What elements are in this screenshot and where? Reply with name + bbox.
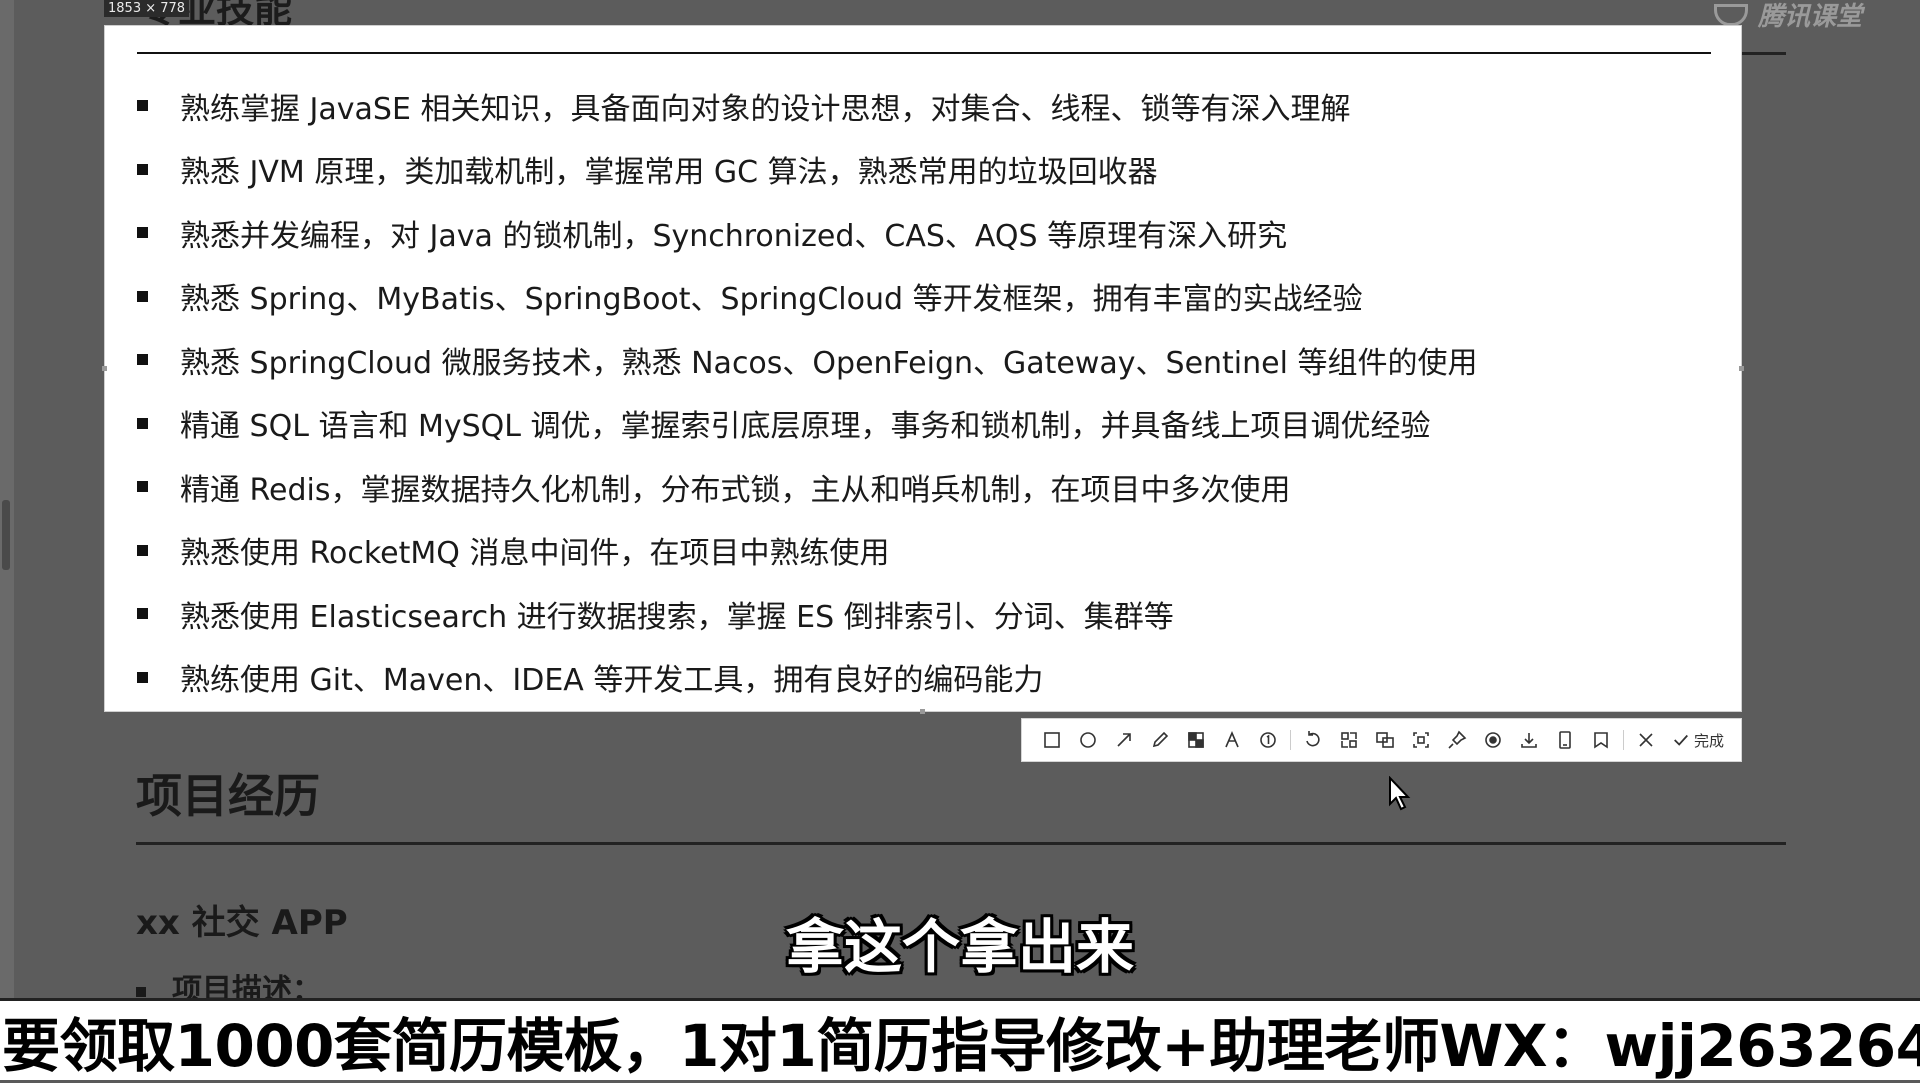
- skill-item: 熟悉使用 Elasticsearch 进行数据搜索，掌握 ES 倒排索引、分词、…: [137, 582, 1697, 646]
- done-button[interactable]: 完成: [1664, 730, 1732, 751]
- skill-text: 熟练使用 Git、Maven、IDEA 等开发工具，拥有良好的编码能力: [180, 663, 1044, 699]
- translate-icon[interactable]: [1367, 722, 1403, 758]
- bullet: [137, 290, 148, 302]
- resize-handle[interactable]: [920, 709, 925, 714]
- resize-handle[interactable]: [1739, 366, 1744, 371]
- section-divider: [137, 52, 1711, 54]
- mouse-cursor-icon: [1389, 776, 1411, 811]
- skill-item: 熟练使用 Git、Maven、IDEA 等开发工具，拥有良好的编码能力: [137, 646, 1697, 710]
- bullet: [137, 163, 148, 175]
- skill-item: 熟练掌握 JavaSE 相关知识，具备面向对象的设计思想，对集合、线程、锁等有深…: [137, 74, 1697, 138]
- close-icon[interactable]: [1628, 722, 1664, 758]
- skill-text: 熟练掌握 JavaSE 相关知识，具备面向对象的设计思想，对集合、线程、锁等有深…: [180, 91, 1351, 127]
- number-icon[interactable]: [1250, 722, 1286, 758]
- selection-size-label: 1853 × 778: [104, 0, 190, 17]
- watermark-logo-icon: [1713, 3, 1748, 26]
- bullet: [137, 481, 148, 493]
- watermark-text: 腾讯课堂: [1757, 2, 1862, 32]
- text-icon[interactable]: [1214, 722, 1250, 758]
- skill-text: 精通 Redis，掌握数据持久化机制，分布式锁，主从和哨兵机制，在项目中多次使用: [180, 472, 1291, 508]
- skill-text: 熟悉 SpringCloud 微服务技术，熟悉 Nacos、OpenFeign、…: [180, 345, 1478, 381]
- bookmark-icon[interactable]: [1583, 722, 1619, 758]
- video-subtitle: 拿这个拿出来: [785, 913, 1134, 981]
- bullet: [137, 417, 148, 429]
- skill-text: 熟悉使用 RocketMQ 消息中间件，在项目中熟练使用: [180, 536, 890, 572]
- bullet: [137, 608, 148, 620]
- skill-item: 精通 SQL 语言和 MySQL 调优，掌握索引底层原理，事务和锁机制，并具备线…: [137, 392, 1697, 456]
- promo-banner: 需要领取1000套简历模板，1对1简历指导修改+助理老师WX：wjj263264…: [0, 998, 1920, 1080]
- skill-text: 熟悉 JVM 原理，类加载机制，掌握常用 GC 算法，熟悉常用的垃圾回收器: [180, 155, 1158, 191]
- pin-icon[interactable]: [1439, 722, 1475, 758]
- save-icon[interactable]: [1547, 722, 1583, 758]
- undo-icon[interactable]: [1295, 722, 1331, 758]
- check-icon: [1674, 734, 1688, 746]
- done-label: 完成: [1694, 731, 1725, 750]
- skills-list: 熟练掌握 JavaSE 相关知识，具备面向对象的设计思想，对集合、线程、锁等有深…: [137, 74, 1697, 709]
- skill-item: 熟悉 JVM 原理，类加载机制，掌握常用 GC 算法，熟悉常用的垃圾回收器: [137, 138, 1697, 202]
- screenshot-selection-area[interactable]: 熟练掌握 JavaSE 相关知识，具备面向对象的设计思想，对集合、线程、锁等有深…: [102, 25, 1744, 714]
- bullet: [137, 544, 148, 556]
- bullet: [136, 986, 146, 997]
- toolbar-separator: [1623, 730, 1624, 750]
- bullet: [137, 100, 148, 112]
- download-icon[interactable]: [1511, 722, 1547, 758]
- bullet: [137, 354, 148, 366]
- skill-text: 熟悉并发编程，对 Java 的锁机制，Synchronized、CAS、AQS …: [180, 218, 1288, 254]
- project-experience-title: 项目经历: [136, 769, 320, 823]
- resize-handle[interactable]: [102, 366, 107, 371]
- skill-item: 熟悉使用 RocketMQ 消息中间件，在项目中熟练使用: [137, 519, 1697, 583]
- promo-banner-text: 需要领取1000套简历模板，1对1简历指导修改+助理老师WX：wjj263264…: [0, 1011, 1920, 1080]
- ellipse-icon[interactable]: [1070, 722, 1106, 758]
- long-screenshot-icon[interactable]: [1403, 722, 1439, 758]
- toolbar-separator: [1290, 730, 1291, 750]
- bullet: [137, 227, 148, 239]
- skill-text: 熟悉使用 Elasticsearch 进行数据搜索，掌握 ES 倒排索引、分词、…: [180, 599, 1174, 635]
- record-icon[interactable]: [1475, 722, 1511, 758]
- skill-item: 熟悉 SpringCloud 微服务技术，熟悉 Nacos、OpenFeign、…: [137, 328, 1697, 392]
- scrollbar-thumb[interactable]: [2, 500, 10, 570]
- section-divider: [136, 842, 1786, 845]
- skill-text: 精通 SQL 语言和 MySQL 调优，掌握索引底层原理，事务和锁机制，并具备线…: [180, 409, 1431, 445]
- skill-item: 精通 Redis，掌握数据持久化机制，分布式锁，主从和哨兵机制，在项目中多次使用: [137, 455, 1697, 519]
- pencil-icon[interactable]: [1142, 722, 1178, 758]
- skill-text: 熟悉 Spring、MyBatis、SpringBoot、SpringCloud…: [180, 282, 1363, 318]
- skill-item: 熟悉并发编程，对 Java 的锁机制，Synchronized、CAS、AQS …: [137, 201, 1697, 265]
- screenshot-toolbar: 完成: [1021, 718, 1742, 762]
- skill-item: 熟悉 Spring、MyBatis、SpringBoot、SpringCloud…: [137, 265, 1697, 329]
- rectangle-icon[interactable]: [1034, 722, 1070, 758]
- mosaic-icon[interactable]: [1178, 722, 1214, 758]
- arrow-icon[interactable]: [1106, 722, 1142, 758]
- ocr-icon[interactable]: [1331, 722, 1367, 758]
- bullet: [137, 671, 148, 683]
